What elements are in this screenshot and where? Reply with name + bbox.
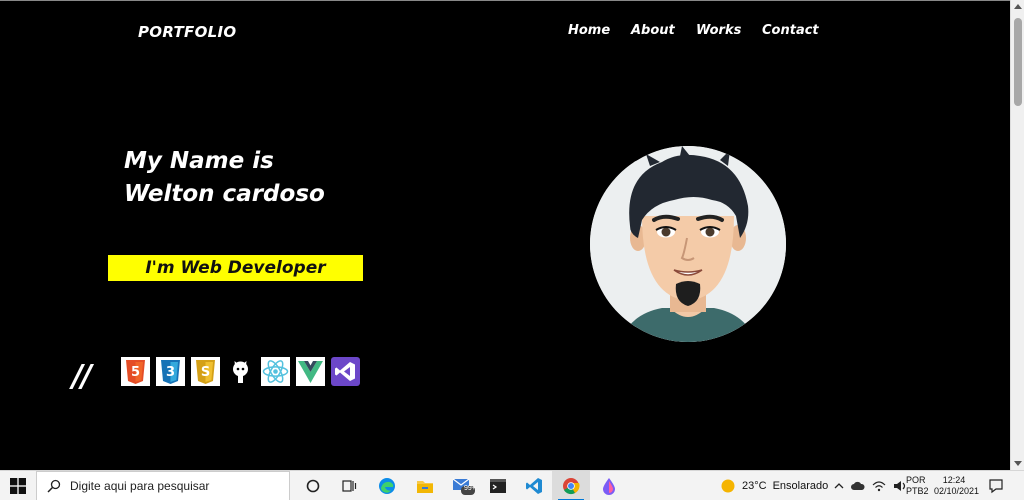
hero-title-line2: Welton cardoso [124,181,325,207]
main-nav: Home About Works Contact [568,23,819,38]
system-tray [834,471,907,500]
drop-app-icon [603,478,615,495]
scroll-thumb[interactable] [1014,18,1022,106]
notification-center-button[interactable] [988,478,1004,498]
vue-icon [296,357,325,386]
browser-viewport: PORTFOLIO Home About Works Contact My Na… [0,0,1010,470]
wifi-icon[interactable] [872,480,886,492]
clock-time: 12:24 [942,475,966,485]
cortana-circle-icon [306,479,320,493]
terminal-icon [490,479,506,493]
scroll-down-arrow-icon[interactable] [1014,461,1022,466]
nav-link-works[interactable]: Works [696,23,762,38]
chrome-icon [563,478,580,495]
avatar [590,146,786,342]
nav-link-home[interactable]: Home [568,23,631,38]
sun-icon [721,479,735,493]
taskbar-vscode[interactable] [515,471,553,500]
html5-icon: 5 [121,357,150,386]
vscode-icon [526,478,542,494]
task-view-button[interactable] [330,471,368,500]
scroll-up-arrow-icon[interactable] [1014,4,1022,9]
tech-stack-icons: 5 3 S [121,357,360,386]
nav-link-about[interactable]: About [631,23,696,38]
page-scrollbar[interactable] [1010,0,1024,470]
nav-link-contact[interactable]: Contact [762,23,819,38]
github-icon [226,357,255,386]
task-view-icon [342,480,357,492]
taskbar-edge[interactable] [368,471,406,500]
taskbar-mail[interactable]: 99+ [444,471,482,500]
weather-condition: Ensolarado [772,480,829,492]
search-placeholder: Digite aqui para pesquisar [70,479,210,493]
start-button[interactable] [0,471,36,500]
hero-title-line1: My Name is [124,148,274,174]
folder-icon [417,481,433,493]
site-logo[interactable]: PORTFOLIO [138,23,236,41]
javascript-icon: S [191,357,220,386]
volume-icon[interactable] [893,480,907,492]
weather-widget[interactable]: 23°C Ensolarado [720,471,828,500]
keyboard-layout: PTB2 [906,486,929,496]
svg-text:5: 5 [131,365,140,380]
react-icon [261,357,290,386]
css3-icon: 3 [156,357,185,386]
notification-icon [989,479,1003,494]
onedrive-cloud-icon[interactable] [851,481,865,491]
taskbar-search[interactable]: Digite aqui para pesquisar [36,471,290,500]
system-clock[interactable]: 12:24 02/10/2021 [934,475,980,497]
taskbar-app-drop[interactable] [590,471,628,500]
slashes-decoration: // [72,359,92,394]
taskbar-terminal[interactable] [479,471,517,500]
taskbar-file-explorer[interactable] [406,471,444,500]
windows-logo-icon [10,478,26,494]
clock-date: 02/10/2021 [934,486,980,496]
windows-taskbar: Digite aqui para pesquisar 99+ 23°C Enso… [0,470,1024,500]
search-icon [47,479,61,493]
chevron-up-icon[interactable] [834,482,844,490]
hero-title: My Name is Welton cardoso [124,145,424,211]
visual-studio-icon [331,357,360,386]
svg-text:3: 3 [166,365,175,380]
weather-temperature: 23°C [742,480,767,492]
input-language[interactable]: POR PTB2 [906,475,929,497]
language-code: POR [906,475,926,485]
cortana-button[interactable] [294,471,332,500]
svg-text:S: S [201,365,210,380]
role-badge: I'm Web Developer [108,255,363,281]
edge-icon [379,478,395,494]
mail-badge-count: 99+ [464,485,476,492]
taskbar-chrome[interactable] [552,471,590,500]
